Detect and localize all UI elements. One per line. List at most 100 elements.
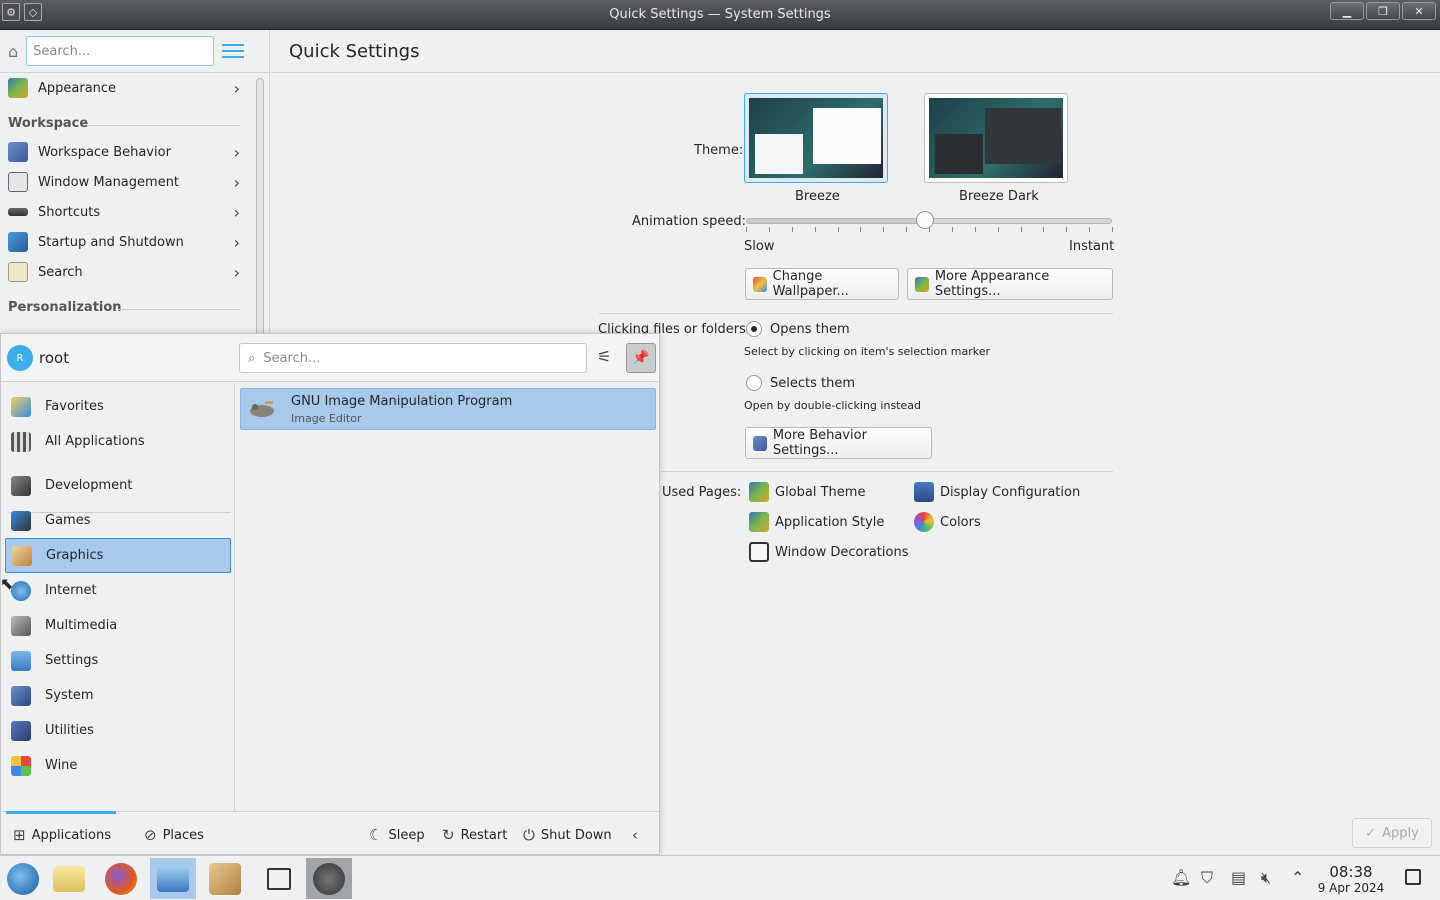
change-wallpaper-button[interactable]: Change Wallpaper... xyxy=(745,268,899,300)
tray-expand-icon[interactable]: ⌃ xyxy=(1291,868,1304,887)
tab-label: Places xyxy=(162,827,204,843)
taskbar-file-manager[interactable] xyxy=(46,858,92,899)
more-options-button[interactable]: ‹ xyxy=(632,826,638,844)
frequent-global-theme[interactable]: Global Theme xyxy=(749,482,865,502)
category-games[interactable]: Games xyxy=(5,503,231,538)
utilities-icon xyxy=(11,720,31,741)
multimedia-icon xyxy=(11,615,31,636)
tab-applications[interactable]: ⊞ Applications xyxy=(13,826,111,844)
sidebar-item-search[interactable]: Search › xyxy=(0,257,248,287)
home-icon[interactable]: ⌂ xyxy=(8,42,18,61)
chevron-right-icon: › xyxy=(233,142,240,162)
wallpaper-icon xyxy=(753,276,767,292)
show-desktop-icon[interactable] xyxy=(1405,869,1421,885)
frequent-colors[interactable]: Colors xyxy=(914,512,981,532)
app-gimp[interactable]: GNU Image Manipulation Program Image Edi… xyxy=(240,388,656,430)
category-graphics[interactable]: Graphics xyxy=(5,538,231,573)
category-label: Internet xyxy=(45,583,97,598)
pin-icon[interactable]: 📌 xyxy=(626,343,656,373)
button-label: Sleep xyxy=(388,827,425,843)
divider xyxy=(599,313,1113,314)
category-label: Graphics xyxy=(46,548,104,563)
sidebar-item-label: Appearance xyxy=(38,80,117,96)
theme-breeze-dark[interactable] xyxy=(924,93,1068,183)
category-settings[interactable]: Settings xyxy=(5,643,231,678)
taskbar-firefox[interactable] xyxy=(98,858,144,899)
selects-them-radio[interactable] xyxy=(746,375,762,391)
restart-button[interactable]: ↻ Restart xyxy=(442,826,507,844)
tab-places[interactable]: ⊘ Places xyxy=(144,826,204,844)
window-title: Quick Settings — System Settings xyxy=(609,7,831,22)
chevron-right-icon: › xyxy=(233,202,240,222)
maximize-button[interactable]: ❐ xyxy=(1366,2,1400,20)
apply-button[interactable]: ✓ Apply xyxy=(1352,818,1432,848)
taskbar-archiver[interactable] xyxy=(202,858,248,899)
taskbar-windows[interactable] xyxy=(256,858,302,899)
sidebar-search-input[interactable]: Search... xyxy=(26,36,215,66)
chevron-right-icon: › xyxy=(233,172,240,192)
category-multimedia[interactable]: Multimedia xyxy=(5,608,231,643)
configure-icon[interactable]: ⚟ xyxy=(597,347,617,369)
slider-tick xyxy=(974,227,976,232)
category-internet[interactable]: Internet xyxy=(5,573,231,608)
hamburger-menu-icon[interactable] xyxy=(222,40,245,62)
sidebar-item-shortcuts[interactable]: Shortcuts › xyxy=(0,197,248,227)
taskbar-compass-app[interactable] xyxy=(306,858,352,899)
sidebar-item-label: Shortcuts xyxy=(38,204,101,220)
category-favorites[interactable]: Favorites xyxy=(5,389,231,424)
chevron-right-icon: › xyxy=(233,262,240,282)
opens-them-label: Opens them xyxy=(770,322,850,337)
sidebar-item-label: Search xyxy=(38,264,83,280)
sleep-button[interactable]: ☾ Sleep xyxy=(369,826,425,844)
slider-tick xyxy=(1066,227,1068,232)
button-label: More Appearance Settings... xyxy=(934,269,1050,299)
shortcuts-icon xyxy=(8,208,28,216)
slider-tick xyxy=(1112,227,1113,232)
clock[interactable]: 08:38 9 Apr 2024 xyxy=(1316,863,1386,895)
more-appearance-button[interactable]: More Appearance Settings... xyxy=(907,268,1113,300)
category-system[interactable]: System xyxy=(5,678,231,713)
favorites-icon xyxy=(11,396,31,417)
slider-tick xyxy=(1089,227,1091,232)
frequent-window-decorations[interactable]: Window Decorations xyxy=(749,542,909,562)
theme-breeze[interactable] xyxy=(744,93,888,183)
sidebar-item-label: Startup and Shutdown xyxy=(38,234,184,250)
sidebar-item-window-management[interactable]: Window Management › xyxy=(0,167,248,197)
updates-icon[interactable]: ⛉ xyxy=(1201,868,1213,888)
sidebar-item-label: Workspace Behavior xyxy=(38,144,171,160)
slider-tick xyxy=(791,227,793,232)
frequent-display-configuration[interactable]: Display Configuration xyxy=(914,482,1080,502)
volume-muted-icon[interactable]: 🔇︎ xyxy=(1261,868,1271,888)
opens-them-radio[interactable] xyxy=(746,321,762,337)
theme-breeze-label: Breeze xyxy=(795,189,840,204)
frequent-application-style[interactable]: Application Style xyxy=(749,512,884,532)
avatar[interactable]: R xyxy=(7,345,33,371)
theme-label: Theme: xyxy=(694,143,744,158)
launcher-button[interactable] xyxy=(0,858,46,899)
settings-sidebar: ⌂ Search... Appearance › Workspace Works… xyxy=(0,30,270,340)
slider-tick xyxy=(1043,227,1045,232)
sidebar-item-startup-shutdown[interactable]: Startup and Shutdown › xyxy=(0,227,248,257)
category-all-applications[interactable]: All Applications xyxy=(5,424,231,459)
sidebar-item-workspace-behavior[interactable]: Workspace Behavior › xyxy=(0,137,248,167)
global-theme-icon xyxy=(749,482,769,502)
launcher-footer: ⊞ Applications ⊘ Places ☾ Sleep ↻ Restar… xyxy=(1,811,659,855)
more-behavior-button[interactable]: More Behavior Settings... xyxy=(745,427,932,459)
category-utilities[interactable]: Utilities xyxy=(5,713,231,748)
minimize-button[interactable]: ▁ xyxy=(1330,2,1364,20)
sidebar-item-appearance[interactable]: Appearance › xyxy=(0,73,248,103)
shutdown-button[interactable]: ⏻ Shut Down xyxy=(523,826,612,844)
category-label: System xyxy=(45,688,94,703)
category-wine[interactable]: Wine xyxy=(5,748,231,783)
launcher-search-input[interactable]: ⌕ Search... xyxy=(239,343,587,373)
sidebar-scrollbar[interactable] xyxy=(256,78,264,340)
clipboard-icon[interactable]: ▤ xyxy=(1231,868,1246,887)
window-management-icon xyxy=(8,172,28,192)
close-button[interactable]: ✕ xyxy=(1402,2,1436,20)
category-development[interactable]: Development xyxy=(5,468,231,503)
internet-icon xyxy=(11,580,31,601)
taskbar-system-settings[interactable] xyxy=(150,858,196,899)
mouse-cursor: ⬉ xyxy=(0,574,14,593)
notifications-icon[interactable]: 🔔︎ xyxy=(1171,868,1191,887)
windows-icon xyxy=(267,867,291,890)
